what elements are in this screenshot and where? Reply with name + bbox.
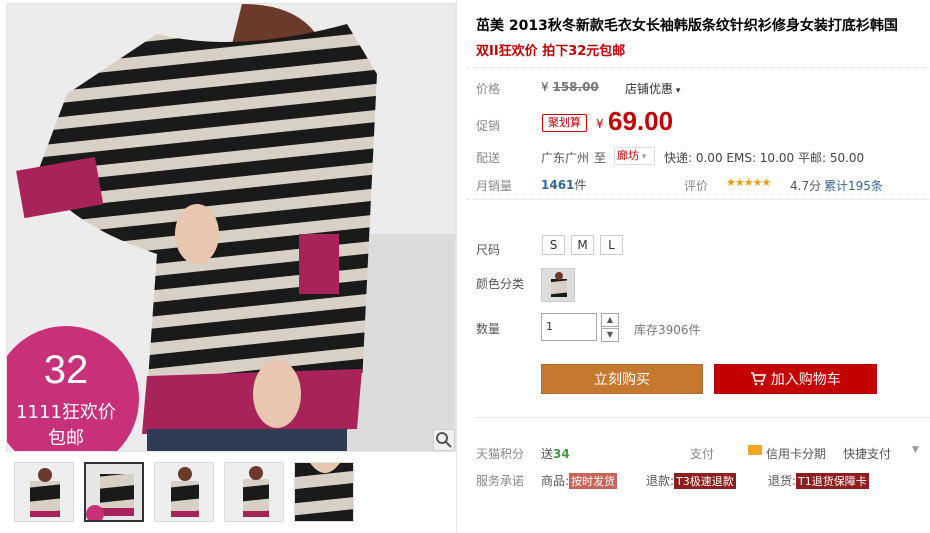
thumbnail-2[interactable] xyxy=(84,462,144,522)
color-swatch[interactable] xyxy=(541,268,575,302)
rating-value: 4.7分 xyxy=(790,179,822,193)
service-refund: 退款: T3极速退款 xyxy=(646,473,736,489)
ship-from: 广东广州 xyxy=(541,151,590,165)
monthly-sales-label: 月销量 xyxy=(476,179,513,193)
product-title: 茁美 2013秋冬新款毛衣女长袖韩版条纹针织衫修身女装打底衫韩国 xyxy=(476,18,898,34)
main-product-image[interactable]: 32 1111狂欢价 包邮 xyxy=(6,3,456,452)
ship-to-word: 至 xyxy=(594,151,607,165)
price-label: 价格 xyxy=(476,82,501,96)
add-to-cart-button[interactable]: 加入购物车 xyxy=(714,364,877,394)
chevron-down-icon: ▾ xyxy=(639,152,647,162)
color-label: 颜色分类 xyxy=(476,277,525,291)
zoom-icon[interactable] xyxy=(433,429,455,451)
service-goods: 商品: 按时发货 xyxy=(541,473,618,489)
credit-card-icon xyxy=(748,445,762,455)
monthly-sales: 1461件 xyxy=(541,178,587,192)
juhuasuan-tag: 聚划算 xyxy=(542,114,587,132)
thumbnail-4[interactable] xyxy=(224,462,284,522)
ship-to-select[interactable]: 廊坊 ▾ xyxy=(614,147,655,165)
buy-now-button[interactable]: 立刻购买 xyxy=(541,364,703,394)
size-option-m[interactable]: M xyxy=(571,235,594,255)
quantity-input[interactable]: 1 xyxy=(541,313,597,341)
credit-installment[interactable]: 信用卡分期 xyxy=(766,445,826,462)
rating-stars-icon: ★★★★★ xyxy=(726,176,771,189)
thumbnail-5[interactable] xyxy=(294,462,354,522)
payment-label: 支付 xyxy=(690,447,715,461)
section-divider xyxy=(476,417,930,418)
shop-discount-dropdown[interactable]: 店铺优惠 ▾ xyxy=(625,80,680,97)
thumbnail-1[interactable] xyxy=(14,462,74,522)
chevron-down-icon[interactable]: ▼ xyxy=(912,445,919,455)
shipping-fees: 快递: 0.00 EMS: 10.00 平邮: 50.00 xyxy=(664,151,865,165)
size-label: 尺码 xyxy=(476,243,501,257)
size-option-l[interactable]: L xyxy=(600,235,623,255)
shipping-label: 配送 xyxy=(476,151,501,165)
size-option-s[interactable]: S xyxy=(542,235,565,255)
current-price: 69.00 xyxy=(608,106,674,136)
total-reviews-link[interactable]: 累计195条 xyxy=(824,177,883,194)
thumbnail-3[interactable] xyxy=(154,462,214,522)
chevron-down-icon: ▾ xyxy=(673,86,681,96)
column-divider xyxy=(456,0,457,533)
thumbnail-strip xyxy=(14,462,354,522)
quantity-up-icon[interactable]: ▲ xyxy=(601,313,619,327)
currency-symbol: ¥ xyxy=(596,117,604,131)
badge-line2: 1111狂欢价 xyxy=(16,402,116,423)
quick-pay[interactable]: 快捷支付 xyxy=(843,445,891,462)
promo-label: 促销 xyxy=(476,119,501,133)
service-return: 退货: T1退货保障卡 xyxy=(768,473,869,489)
badge-line3: 包邮 xyxy=(48,428,84,449)
rating-label: 评价 xyxy=(684,179,709,193)
quantity-label: 数量 xyxy=(476,322,501,336)
service-label: 服务承诺 xyxy=(476,474,525,488)
points-value: 送34 xyxy=(541,447,570,461)
badge-number: 32 xyxy=(43,348,89,392)
quantity-down-icon[interactable]: ▼ xyxy=(601,328,619,342)
original-price: ¥ 158.00 xyxy=(541,80,599,94)
promo-text: 双II狂欢价 拍下32元包邮 xyxy=(476,44,626,59)
cart-icon xyxy=(750,372,770,388)
points-label: 天猫积分 xyxy=(476,447,525,461)
stock-count: 库存3906件 xyxy=(634,323,701,337)
